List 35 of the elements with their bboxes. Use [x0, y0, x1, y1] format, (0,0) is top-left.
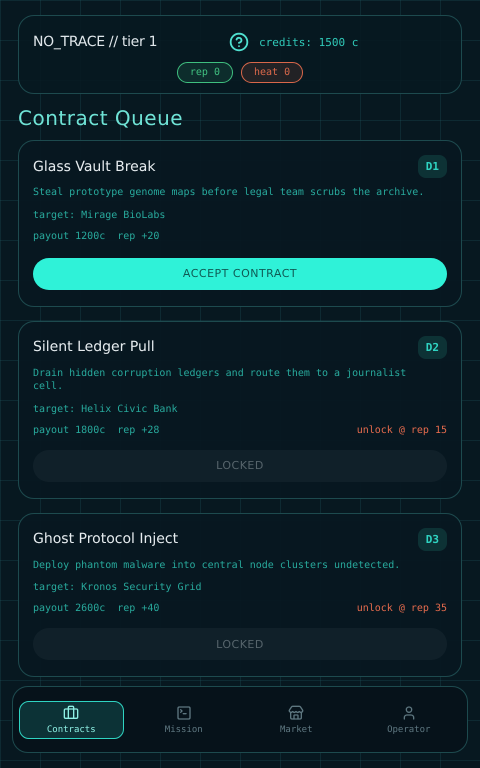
unlock-requirement: unlock @ rep 15: [356, 424, 447, 436]
nav-tab[interactable]: Market: [244, 700, 348, 738]
unlock-requirement: unlock @ rep 35: [356, 603, 447, 614]
rep-reward: rep +40: [117, 603, 160, 614]
briefcase-icon: [63, 704, 80, 720]
contract-description: Steal prototype genome maps before legal team scrubs the archive.: [33, 186, 426, 200]
nav-tab[interactable]: Operator: [356, 700, 461, 738]
contract-description: Deploy phantom malware into central node clusters undetected.: [33, 558, 402, 572]
difficulty-badge: D2: [418, 336, 447, 358]
difficulty-badge: D1: [418, 155, 447, 178]
contract-name: Silent Ledger Pull: [33, 339, 155, 355]
stat-badge: rep 0: [176, 62, 233, 83]
difficulty-badge: D3: [418, 528, 447, 550]
app-title: NO_TRACE // tier 1: [33, 34, 158, 50]
credits-label: credits: 1500 c: [259, 36, 358, 48]
payout-label: payout 2600c: [33, 603, 106, 614]
rep-reward: rep +20: [117, 230, 160, 242]
nav-tab[interactable]: Contracts: [19, 700, 124, 738]
accept-button[interactable]: ACCEPT CONTRACT: [33, 258, 447, 290]
contract-description: Drain hidden corruption ledgers and route them to a journalist cell.: [33, 366, 408, 394]
target-label: target: Kronos Security Grid: [33, 582, 203, 593]
person-icon: [400, 704, 417, 720]
target-label: target: Helix Civic Bank: [33, 404, 178, 414]
contract-name: Glass Vault Break: [33, 158, 156, 174]
terminal-icon: [176, 704, 192, 720]
payout-label: payout 1200c: [33, 230, 106, 242]
help-icon[interactable]: [229, 32, 249, 52]
rep-reward: rep +28: [117, 424, 160, 436]
payout-label: payout 1800c: [33, 424, 106, 436]
section-title: Contract Queue: [18, 106, 184, 130]
storefront-icon: [288, 704, 304, 720]
target-label: target: Mirage BioLabs: [33, 210, 166, 220]
contract-name: Ghost Protocol Inject: [33, 531, 178, 547]
nav-tab[interactable]: Mission: [132, 700, 236, 738]
stat-badge: heat 0: [240, 62, 304, 83]
